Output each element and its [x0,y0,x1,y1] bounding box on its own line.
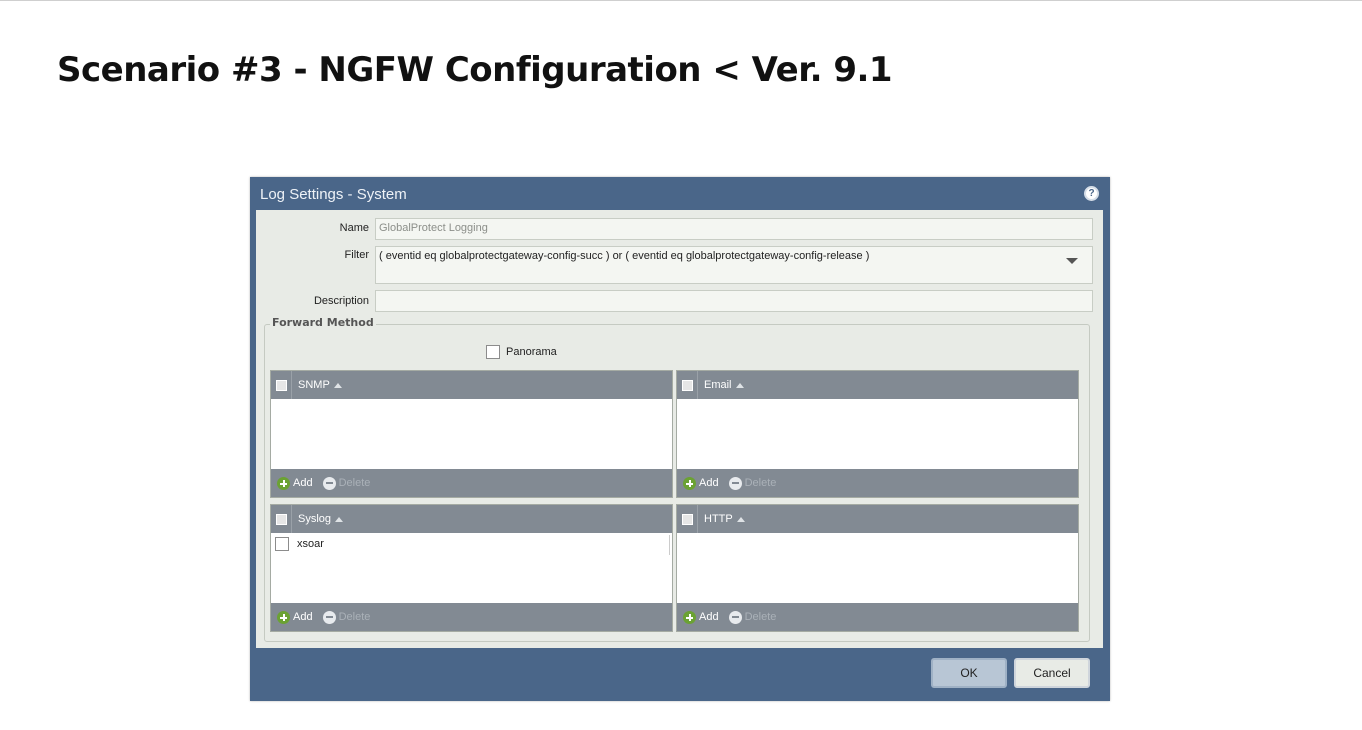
snmp-add-button[interactable]: Add [277,476,313,490]
delete-label: Delete [338,611,371,623]
grid-header: HTTP [677,505,1078,533]
syslog-add-button[interactable]: Add [277,610,313,624]
name-label: Name [339,222,369,234]
help-icon[interactable]: ? [1084,186,1099,201]
syslog-grid: Syslog xsoar Add Delete [270,504,673,632]
ok-button[interactable]: OK [931,658,1007,688]
sort-asc-icon [335,516,344,522]
grid-body [677,533,1078,603]
cancel-button[interactable]: Cancel [1014,658,1090,688]
panorama-option[interactable]: Panorama [486,345,557,359]
syslog-delete-button[interactable]: Delete [322,610,371,624]
snmp-column-header[interactable]: SNMP [298,379,342,391]
grid-footer: Add Delete [677,469,1078,497]
plus-icon [277,610,290,624]
log-settings-dialog: Log Settings - System ? Name GlobalProte… [250,177,1110,701]
row-checkbox[interactable] [275,537,289,551]
plus-icon [683,476,696,490]
panorama-checkbox[interactable] [486,345,500,359]
grid-header: SNMP [271,371,672,399]
grid-header: Syslog [271,505,672,533]
select-all-checkbox[interactable] [681,513,693,525]
grid-body [677,399,1078,469]
grid-footer: Add Delete [271,603,672,631]
delete-label: Delete [744,611,777,623]
email-column-header[interactable]: Email [704,379,744,391]
snmp-delete-button[interactable]: Delete [322,476,371,490]
slide-title: Scenario #3 - NGFW Configuration < Ver. … [57,50,893,90]
email-grid: Email Add Delete [676,370,1079,498]
description-field[interactable] [375,290,1093,312]
top-divider [0,0,1362,1]
column-header-label: Syslog [298,513,332,525]
sort-asc-icon [735,382,744,388]
table-row[interactable]: xsoar [275,537,324,551]
panorama-label: Panorama [506,346,557,358]
http-delete-button[interactable]: Delete [728,610,777,624]
filter-field[interactable]: ( eventid eq globalprotectgateway-config… [375,246,1093,284]
description-label: Description [313,295,369,307]
help-glyph: ? [1088,187,1095,199]
select-all-checkbox[interactable] [275,513,287,525]
syslog-profile-name: xsoar [297,538,324,550]
minus-icon [728,610,742,624]
column-header-label: Email [704,379,732,391]
grid-header: Email [677,371,1078,399]
sort-asc-icon [736,516,745,522]
http-add-button[interactable]: Add [683,610,719,624]
add-label: Add [293,477,313,489]
column-header-label: HTTP [704,513,733,525]
column-header-label: SNMP [298,379,330,391]
name-field[interactable]: GlobalProtect Logging [375,218,1093,240]
snmp-grid: SNMP Add Delete [270,370,673,498]
sort-asc-icon [333,382,342,388]
http-grid: HTTP Add Delete [676,504,1079,632]
plus-icon [683,610,696,624]
select-all-checkbox[interactable] [275,379,287,391]
dropdown-arrow-icon[interactable] [1066,258,1078,264]
add-label: Add [293,611,313,623]
dialog-body: Name GlobalProtect Logging Filter ( even… [256,210,1103,648]
grid-body [271,399,672,469]
filter-value: ( eventid eq globalprotectgateway-config… [379,250,870,262]
syslog-column-header[interactable]: Syslog [298,513,344,525]
grid-footer: Add Delete [271,469,672,497]
forward-method-legend: Forward Method [270,316,376,329]
grid-footer: Add Delete [677,603,1078,631]
scrollbar[interactable] [669,535,670,555]
plus-icon [277,476,290,490]
dialog-title: Log Settings - System [260,186,407,203]
add-label: Add [699,611,719,623]
add-label: Add [699,477,719,489]
email-add-button[interactable]: Add [683,476,719,490]
delete-label: Delete [744,477,777,489]
delete-label: Delete [338,477,371,489]
minus-icon [322,610,336,624]
minus-icon [728,476,742,490]
email-delete-button[interactable]: Delete [728,476,777,490]
select-all-checkbox[interactable] [681,379,693,391]
http-column-header[interactable]: HTTP [704,513,745,525]
minus-icon [322,476,336,490]
grid-body: xsoar [271,533,672,603]
filter-label: Filter [344,249,369,261]
